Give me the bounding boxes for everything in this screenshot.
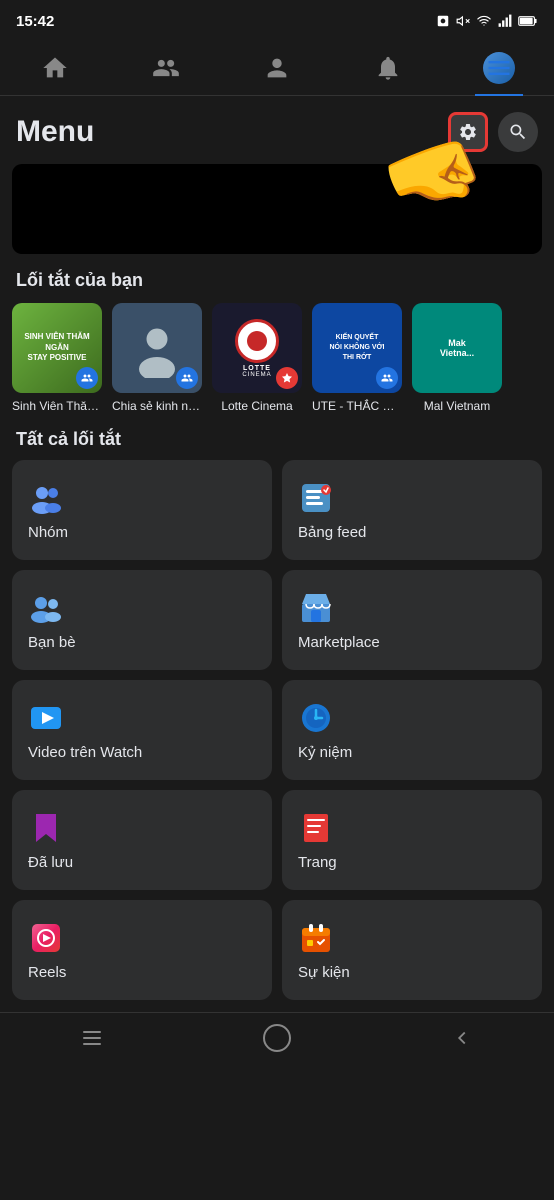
reels-icon — [28, 920, 64, 956]
badge-ute — [376, 367, 398, 389]
menu-card-label-da-luu: Đã lưu — [28, 854, 256, 871]
profile-banner — [12, 164, 542, 254]
marketplace-icon — [298, 590, 334, 626]
photo-icon — [436, 14, 450, 28]
all-shortcuts-title: Tất cả lối tắt — [16, 429, 538, 450]
shortcut-label-mal: Mal Vietnam — [424, 399, 490, 413]
nav-notifications[interactable] — [358, 50, 418, 86]
video-icon — [28, 700, 64, 736]
badge-lotte — [276, 367, 298, 389]
menu-title: Menu — [16, 115, 94, 149]
back-icon — [451, 1027, 473, 1049]
shortcut-label-chia-se: Chia sẻ kinh nghiệ... — [112, 399, 202, 413]
menu-card-video-watch[interactable]: Video trên Watch — [12, 680, 272, 780]
menu-card-label-nhom: Nhóm — [28, 524, 256, 541]
battery-icon — [518, 15, 538, 27]
shortcut-label-sinh-vien: Sinh Viên Thăm Ngăn — [12, 399, 102, 413]
menu-card-label-ban-be: Bạn bè — [28, 634, 256, 651]
settings-button[interactable] — [448, 112, 488, 152]
menu-actions — [448, 112, 538, 152]
nav-bar — [0, 40, 554, 96]
menu-card-label-video-watch: Video trên Watch — [28, 744, 256, 761]
friends-icon — [28, 590, 64, 626]
pages-icon — [298, 810, 334, 846]
menu-card-nhom[interactable]: Nhóm — [12, 460, 272, 560]
page-content: Menu Lối tắt của bạn — [0, 96, 554, 1000]
gear-icon — [458, 122, 478, 142]
shortcut-chia-se[interactable]: Chia sẻ kinh nghiệ... — [112, 303, 202, 413]
badge-chia-se — [176, 367, 198, 389]
shortcuts-row: SINH VIÊN THĂM NGĂNSTAY POSITIVE Sinh Vi… — [12, 303, 542, 417]
menu-card-label-trang: Trang — [298, 854, 526, 871]
status-time: 15:42 — [16, 13, 54, 30]
feed-icon — [298, 480, 334, 516]
mute-icon — [456, 14, 470, 28]
shortcut-ute[interactable]: KIẾN QUYẾTNÓI KHÔNG VỚITHI RỚT UTE - THẮ… — [312, 303, 402, 413]
shortcut-mal[interactable]: MakVietna... Mal Vietnam — [412, 303, 502, 413]
menu-card-label-reels: Reels — [28, 964, 256, 981]
nav-profile[interactable] — [247, 50, 307, 86]
shortcut-thumb-sinh-vien: SINH VIÊN THĂM NGĂNSTAY POSITIVE — [12, 303, 102, 393]
shortcut-label-lotte: Lotte Cinema — [221, 399, 292, 413]
badge-sinh-vien — [76, 367, 98, 389]
shortcut-thumb-chia-se — [112, 303, 202, 393]
shortcut-thumb-ute: KIẾN QUYẾTNÓI KHÔNG VỚITHI RỚT — [312, 303, 402, 393]
menu-card-su-kien[interactable]: Sự kiện — [282, 900, 542, 1000]
search-icon — [508, 122, 528, 142]
shortcut-label-ute: UTE - THẮC MẮC HỌC... — [312, 399, 402, 413]
nav-menu[interactable] — [469, 48, 529, 88]
group-icon — [28, 480, 64, 516]
home-circle-icon — [263, 1024, 291, 1052]
shortcuts-title: Lối tắt của bạn — [12, 270, 542, 291]
shortcut-sinh-vien[interactable]: SINH VIÊN THĂM NGĂNSTAY POSITIVE Sinh Vi… — [12, 303, 102, 413]
memories-icon — [298, 700, 334, 736]
menu-card-label-su-kien: Sự kiện — [298, 964, 526, 981]
menu-header: Menu — [12, 96, 542, 164]
menu-card-marketplace[interactable]: Marketplace — [282, 570, 542, 670]
saved-icon — [28, 810, 64, 846]
status-bar: 15:42 — [0, 0, 554, 40]
signal-icon — [498, 14, 512, 28]
menu-card-ban-be[interactable]: Bạn bè — [12, 570, 272, 670]
menu-card-label-marketplace: Marketplace — [298, 634, 526, 651]
menu-card-bang-feed[interactable]: Bảng feed — [282, 460, 542, 560]
bottom-home-circle[interactable] — [252, 1023, 302, 1053]
menu-card-label-bang-feed: Bảng feed — [298, 524, 526, 541]
nav-home[interactable] — [25, 50, 85, 86]
menu-card-trang[interactable]: Trang — [282, 790, 542, 890]
menu-card-reels[interactable]: Reels — [12, 900, 272, 1000]
status-icons — [436, 14, 538, 28]
wifi-icon — [476, 14, 492, 28]
bottom-menu-lines[interactable] — [67, 1023, 117, 1053]
bottom-nav — [0, 1012, 554, 1073]
menu-lines-icon — [80, 1026, 104, 1050]
menu-card-ky-niem[interactable]: Kỷ niệm — [282, 680, 542, 780]
bottom-back[interactable] — [437, 1023, 487, 1053]
shortcut-lotte[interactable]: LOTTE CINEMA Lotte Cinema — [212, 303, 302, 413]
shortcut-thumb-lotte: LOTTE CINEMA — [212, 303, 302, 393]
menu-grid: Nhóm Bảng feed — [12, 460, 542, 1000]
search-button[interactable] — [498, 112, 538, 152]
menu-card-da-luu[interactable]: Đã lưu — [12, 790, 272, 890]
nav-friends[interactable] — [136, 50, 196, 86]
events-icon — [298, 920, 334, 956]
avatar — [483, 52, 515, 84]
menu-card-label-ky-niem: Kỷ niệm — [298, 744, 526, 761]
shortcut-thumb-mal: MakVietna... — [412, 303, 502, 393]
